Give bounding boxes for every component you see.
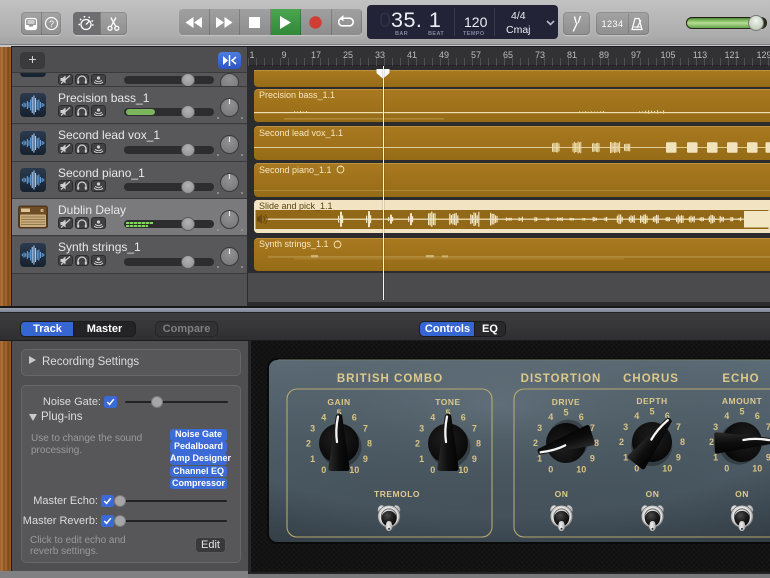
svg-text:3: 3: [419, 424, 424, 434]
svg-text:4: 4: [724, 411, 729, 421]
svg-text:10: 10: [752, 464, 762, 474]
svg-text:2: 2: [533, 438, 538, 448]
svg-text:6: 6: [579, 412, 584, 422]
svg-text:ECHO: ECHO: [722, 373, 759, 385]
svg-text:4: 4: [430, 412, 435, 422]
svg-text:9: 9: [363, 454, 368, 464]
svg-text:AMOUNT: AMOUNT: [722, 396, 763, 406]
svg-text:8: 8: [476, 439, 481, 449]
svg-text:TREMOLO: TREMOLO: [374, 489, 420, 499]
svg-text:10: 10: [662, 464, 672, 474]
svg-text:ON: ON: [735, 489, 749, 499]
svg-text:GAIN: GAIN: [327, 397, 350, 407]
svg-text:?: ?: [49, 19, 54, 29]
svg-text:9: 9: [676, 453, 681, 463]
svg-text:TONE: TONE: [435, 397, 460, 407]
svg-text:3: 3: [713, 422, 718, 432]
svg-text:7: 7: [472, 424, 477, 434]
svg-text:CHORUS: CHORUS: [623, 373, 679, 385]
svg-text:4: 4: [321, 412, 326, 422]
svg-text:9: 9: [766, 453, 770, 463]
svg-text:1: 1: [623, 453, 628, 463]
svg-text:3: 3: [537, 423, 542, 433]
svg-text:10: 10: [458, 465, 468, 475]
svg-text:0: 0: [724, 464, 729, 474]
svg-text:9: 9: [472, 454, 477, 464]
svg-text:0: 0: [321, 465, 326, 475]
svg-text:4: 4: [548, 412, 553, 422]
svg-text:1: 1: [419, 454, 424, 464]
svg-text:BRITISH COMBO: BRITISH COMBO: [337, 373, 443, 385]
svg-text:6: 6: [352, 412, 357, 422]
svg-text:2: 2: [415, 439, 420, 449]
svg-text:3: 3: [310, 424, 315, 434]
svg-text:1: 1: [310, 454, 315, 464]
svg-text:ON: ON: [555, 489, 569, 499]
svg-text:1: 1: [713, 453, 718, 463]
svg-text:0: 0: [548, 465, 553, 475]
svg-text:5: 5: [649, 407, 654, 417]
svg-text:8: 8: [680, 437, 685, 447]
svg-text:0: 0: [430, 465, 435, 475]
svg-text:6: 6: [755, 411, 760, 421]
svg-text:DISTORTION: DISTORTION: [521, 373, 602, 385]
svg-text:7: 7: [766, 422, 770, 432]
svg-text:3: 3: [623, 422, 628, 432]
svg-text:8: 8: [367, 439, 372, 449]
svg-text:DRIVE: DRIVE: [552, 397, 580, 407]
svg-text:2: 2: [709, 437, 714, 447]
svg-text:6: 6: [461, 412, 466, 422]
svg-text:5: 5: [739, 407, 744, 417]
svg-text:2: 2: [306, 439, 311, 449]
svg-text:10: 10: [576, 465, 586, 475]
svg-text:1: 1: [537, 454, 542, 464]
svg-text:7: 7: [676, 422, 681, 432]
svg-text:7: 7: [363, 424, 368, 434]
svg-text:10: 10: [349, 465, 359, 475]
svg-text:DEPTH: DEPTH: [636, 396, 667, 406]
svg-text:2: 2: [619, 437, 624, 447]
svg-text:5: 5: [563, 408, 568, 418]
svg-text:4: 4: [634, 411, 639, 421]
svg-text:9: 9: [590, 454, 595, 464]
svg-text:ON: ON: [646, 489, 660, 499]
